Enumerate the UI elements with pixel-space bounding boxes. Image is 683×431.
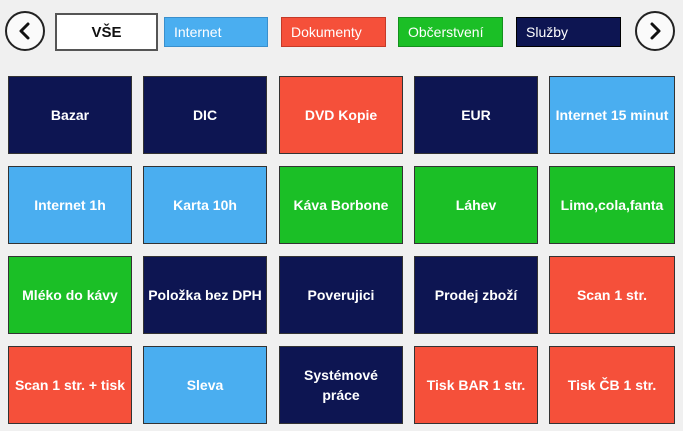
product-label: Tisk BAR 1 str.: [426, 377, 526, 393]
category-tab-dokumenty[interactable]: Dokumenty: [281, 17, 386, 47]
product-tile[interactable]: Mléko do kávy: [8, 256, 132, 334]
product-label: Bazar: [50, 107, 90, 123]
chevron-left-icon: [19, 22, 30, 40]
category-tab-sluzby[interactable]: Služby: [516, 17, 621, 47]
category-tab-internet[interactable]: Internet: [164, 17, 268, 47]
product-tile[interactable]: Scan 1 str. + tisk: [8, 346, 132, 424]
product-label: Karta 10h: [173, 197, 237, 213]
product-label: Scan 1 str.: [576, 287, 648, 303]
product-label: Tisk ČB 1 str.: [567, 377, 657, 393]
product-tile[interactable]: Bazar: [8, 76, 132, 154]
product-tile[interactable]: Káva Borbone: [279, 166, 403, 244]
product-tile[interactable]: DVD Kopie: [279, 76, 403, 154]
product-label: Systémové práce: [304, 367, 378, 403]
product-label: Mléko do kávy: [22, 287, 118, 303]
product-label: Prodej zboží: [434, 287, 518, 303]
product-tile[interactable]: Poverujici: [279, 256, 403, 334]
category-tab-all[interactable]: VŠE: [55, 13, 158, 51]
product-label: DVD Kopie: [304, 107, 378, 123]
product-tile[interactable]: Scan 1 str.: [549, 256, 675, 334]
product-tile[interactable]: Sleva: [143, 346, 267, 424]
product-label: DIC: [192, 107, 218, 123]
product-tile[interactable]: EUR: [414, 76, 538, 154]
category-bar: VŠE Internet Dokumenty Občerstvení Služb…: [0, 0, 683, 64]
product-label: Scan 1 str. + tisk: [14, 377, 126, 393]
product-tile[interactable]: Tisk BAR 1 str.: [414, 346, 538, 424]
product-tile[interactable]: Limo,cola,fanta: [549, 166, 675, 244]
product-label: Poverujici: [307, 287, 375, 303]
product-tile[interactable]: Karta 10h: [143, 166, 267, 244]
product-tile[interactable]: Tisk ČB 1 str.: [549, 346, 675, 424]
product-label: Sleva: [186, 377, 224, 393]
chevron-right-icon: [650, 22, 661, 40]
product-tile[interactable]: Internet 15 minut: [549, 76, 675, 154]
next-page-button[interactable]: [635, 11, 675, 51]
product-label: Internet 15 minut: [555, 107, 669, 123]
prev-page-button[interactable]: [5, 11, 45, 51]
product-tile[interactable]: DIC: [143, 76, 267, 154]
product-label: Láhev: [455, 197, 497, 213]
product-label: EUR: [461, 107, 491, 123]
product-label: Limo,cola,fanta: [560, 197, 664, 213]
product-tile[interactable]: Láhev: [414, 166, 538, 244]
category-tab-obcerstveni[interactable]: Občerstvení: [398, 17, 503, 47]
product-grid: Bazar DIC DVD Kopie EUR Internet 15 minu…: [0, 64, 683, 431]
product-label: Internet 1h: [34, 197, 106, 213]
product-label: Položka bez DPH: [148, 287, 262, 303]
product-tile[interactable]: Systémové práce: [279, 346, 403, 424]
product-label: Káva Borbone: [293, 197, 389, 213]
product-tile[interactable]: Internet 1h: [8, 166, 132, 244]
product-tile[interactable]: Prodej zboží: [414, 256, 538, 334]
product-tile[interactable]: Položka bez DPH: [143, 256, 267, 334]
